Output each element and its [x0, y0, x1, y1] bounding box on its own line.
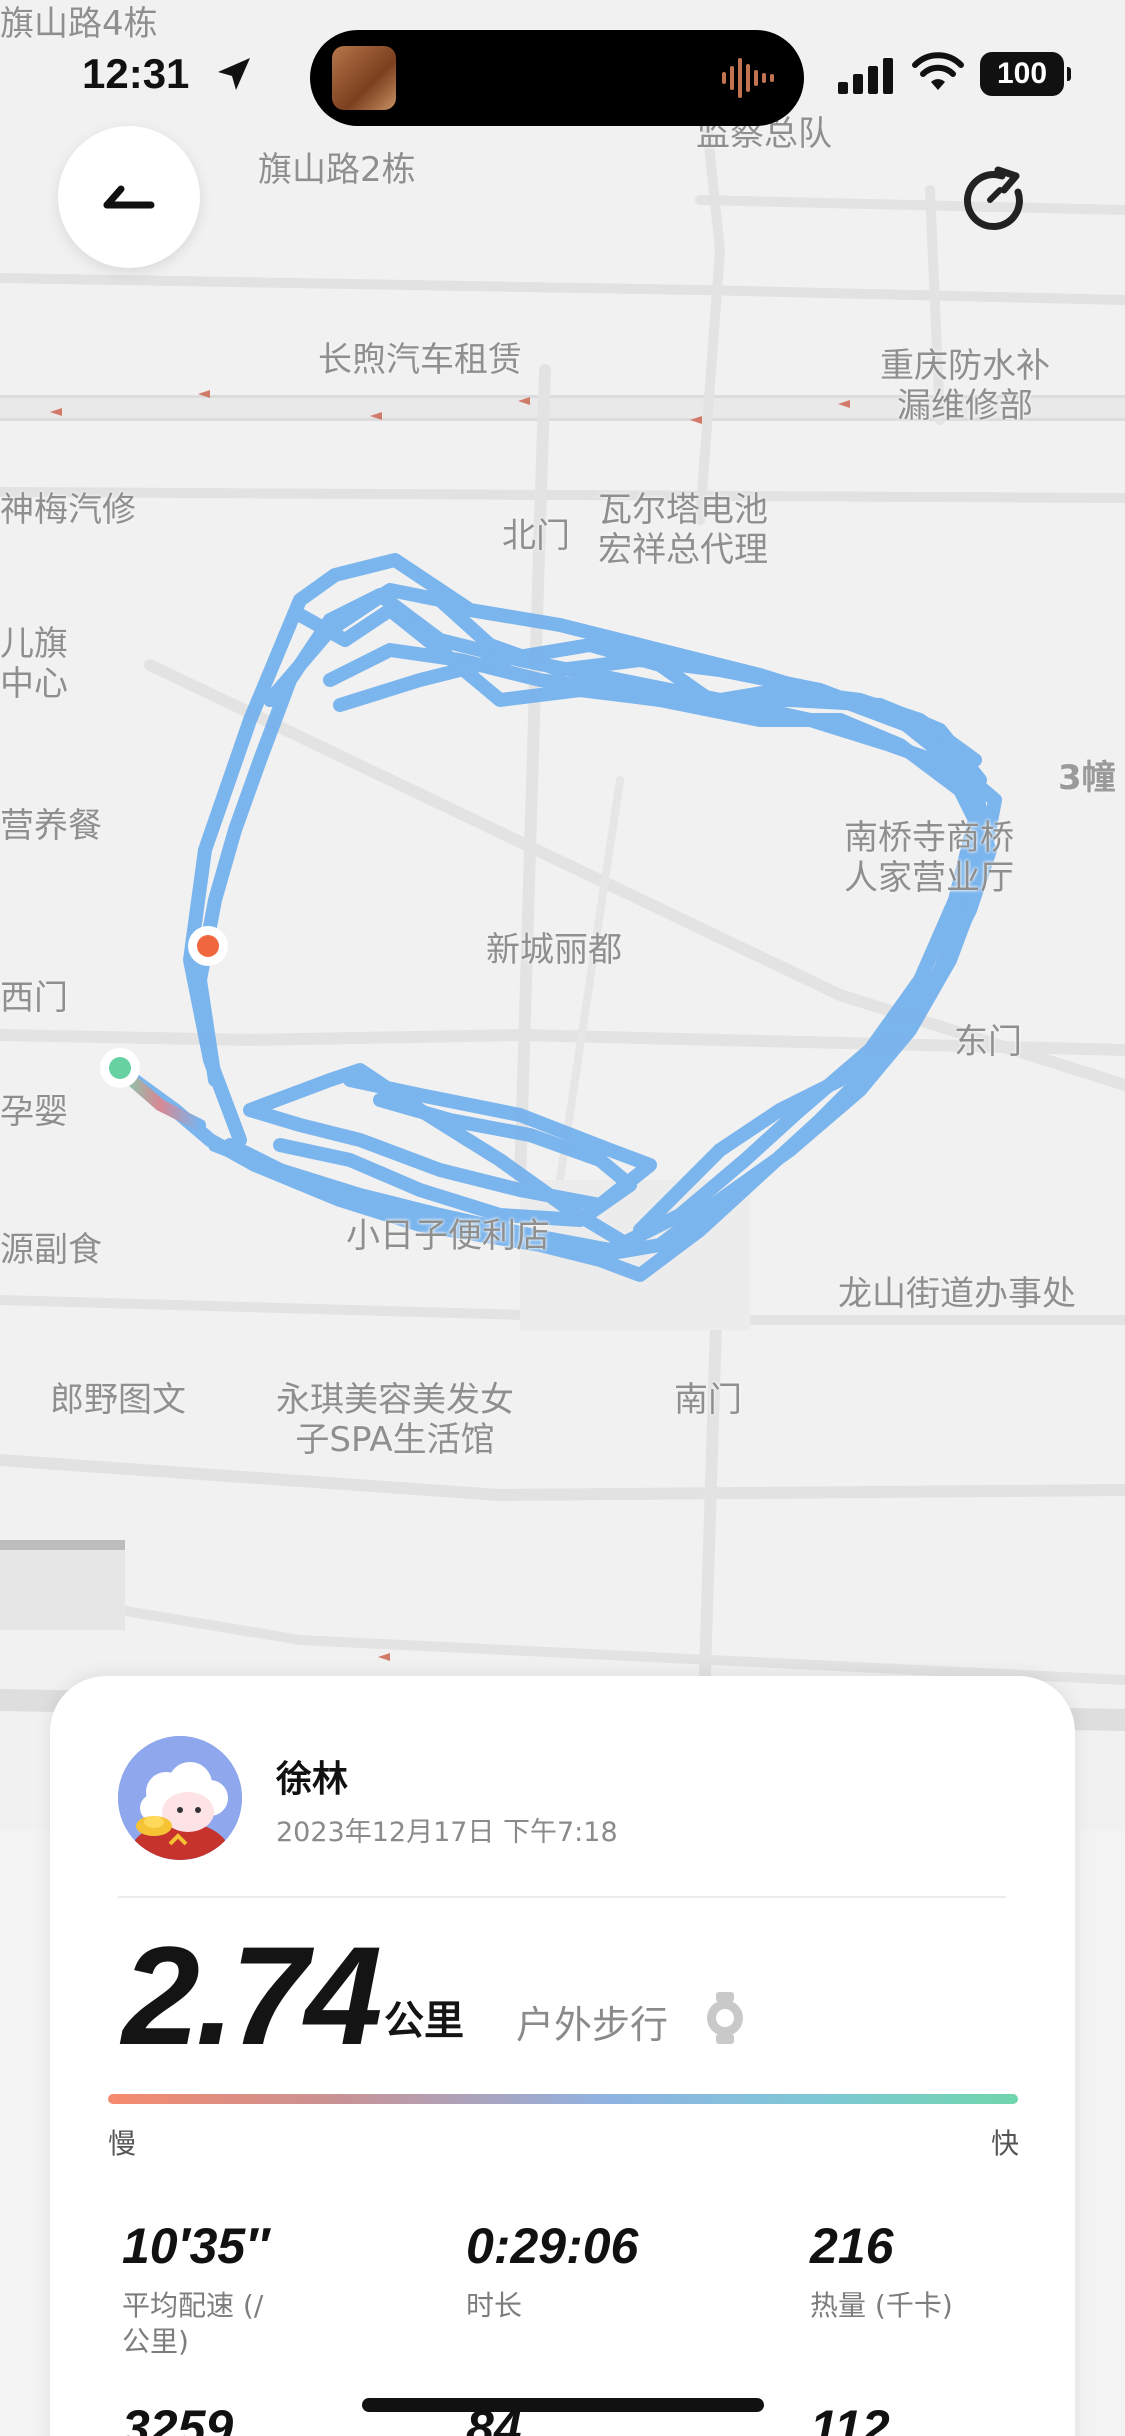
map-label: 永琪美容美发女 子SPA生活馆	[276, 1380, 514, 1460]
map-label: 东门	[954, 1022, 1022, 1062]
album-art-thumbnail	[332, 46, 396, 110]
map-label: 瓦尔塔电池 宏祥总代理	[598, 490, 768, 570]
stat-label: 时长	[466, 2289, 523, 2322]
stat-partial: 112	[810, 2398, 1110, 2436]
stat-value: 112	[810, 2400, 890, 2436]
home-indicator[interactable]	[362, 2398, 764, 2412]
stat-duration: 0:29:06 时长	[466, 2216, 766, 2324]
avatar[interactable]	[118, 1736, 242, 1860]
stat-label: 平均配速 (/ 公里)	[122, 2289, 264, 2358]
pace-gradient-bar	[108, 2094, 1018, 2104]
pace-fast-label: 快	[990, 2127, 1019, 2160]
road-arrow	[378, 1653, 390, 1661]
workout-route	[113, 553, 1002, 1282]
location-arrow-icon	[218, 58, 250, 90]
map-label: 南门	[674, 1380, 742, 1420]
map-label: 小日子便利店	[346, 1216, 550, 1256]
road	[0, 487, 1125, 503]
map-label: 长煦汽车租赁	[318, 340, 522, 380]
map-label: 北门	[502, 516, 570, 556]
map-label: 西门	[0, 978, 68, 1018]
workout-summary-sheet[interactable]: 徐林 2023年12月17日 下午7:18 2.74 公里 户外步行 慢 快 1…	[50, 1676, 1075, 2436]
map-label: 营养餐	[0, 806, 102, 846]
stat-calories: 216 热量 (千卡)	[810, 2216, 1110, 2324]
battery-indicator: 100	[980, 52, 1071, 96]
map-base	[0, 55, 1125, 1830]
map-label: 儿旗 中心	[0, 624, 68, 704]
distance-value: 2.74	[122, 1917, 382, 2074]
back-button[interactable]	[58, 126, 200, 268]
activity-type: 户外步行	[516, 2003, 669, 2047]
map-label: 源副食	[0, 1230, 102, 1270]
map-label: 郎野图文	[50, 1380, 186, 1420]
stat-label: 热量 (千卡)	[810, 2289, 953, 2322]
road	[556, 776, 624, 1184]
divider	[118, 1896, 1006, 1898]
map-label: 龙山街道办事处	[838, 1274, 1076, 1314]
route-end-dot	[197, 935, 219, 957]
map-block	[0, 1540, 125, 1630]
back-arrow-icon	[103, 185, 155, 209]
pace-slow-label: 慢	[108, 2127, 137, 2160]
map-label: 孕婴	[0, 1092, 68, 1132]
route-start-dot	[109, 1057, 131, 1079]
route-map[interactable]: 旗山路4栋 监察总队 旗山路2栋 长煦汽车租赁 重庆防水补 漏维修部 神梅汽修 …	[0, 0, 1125, 1830]
dynamic-island[interactable]	[310, 30, 804, 126]
map-block	[0, 1540, 125, 1550]
map-label: 旗山路2栋	[258, 150, 416, 190]
map-label: 3幢	[1058, 758, 1116, 798]
route-line	[333, 638, 987, 787]
map-label: 重庆防水补 漏维修部	[880, 346, 1050, 426]
workout-datetime: 2023年12月17日 下午7:18	[276, 1817, 618, 1848]
road	[0, 273, 1125, 305]
audio-wave-icon	[722, 58, 774, 98]
road	[695, 195, 1125, 215]
stat-value: 0:29:06	[466, 2218, 639, 2274]
distance-unit: 公里	[384, 1998, 464, 2044]
status-bar: 12:31 100	[0, 0, 1125, 150]
map-label: 神梅汽修	[0, 490, 136, 530]
status-time: 12:31	[82, 50, 190, 97]
map-label: 南桥寺商桥 人家营业厅	[844, 818, 1014, 898]
wifi-icon	[912, 52, 964, 90]
road	[0, 1454, 1125, 1501]
map-label: 新城丽都	[486, 930, 622, 970]
watch-icon	[707, 1992, 743, 2044]
stat-value: 216	[810, 2218, 894, 2274]
user-name: 徐林	[276, 1759, 349, 1800]
refresh-icon[interactable]	[958, 162, 1034, 238]
stat-avg-pace: 10′35″ 平均配速 (/ 公里)	[122, 2216, 422, 2360]
road	[0, 1585, 1125, 1685]
stat-value: 10′35″	[122, 2218, 270, 2274]
avatar-illustration	[118, 1736, 242, 1860]
signal-icon	[838, 58, 893, 94]
